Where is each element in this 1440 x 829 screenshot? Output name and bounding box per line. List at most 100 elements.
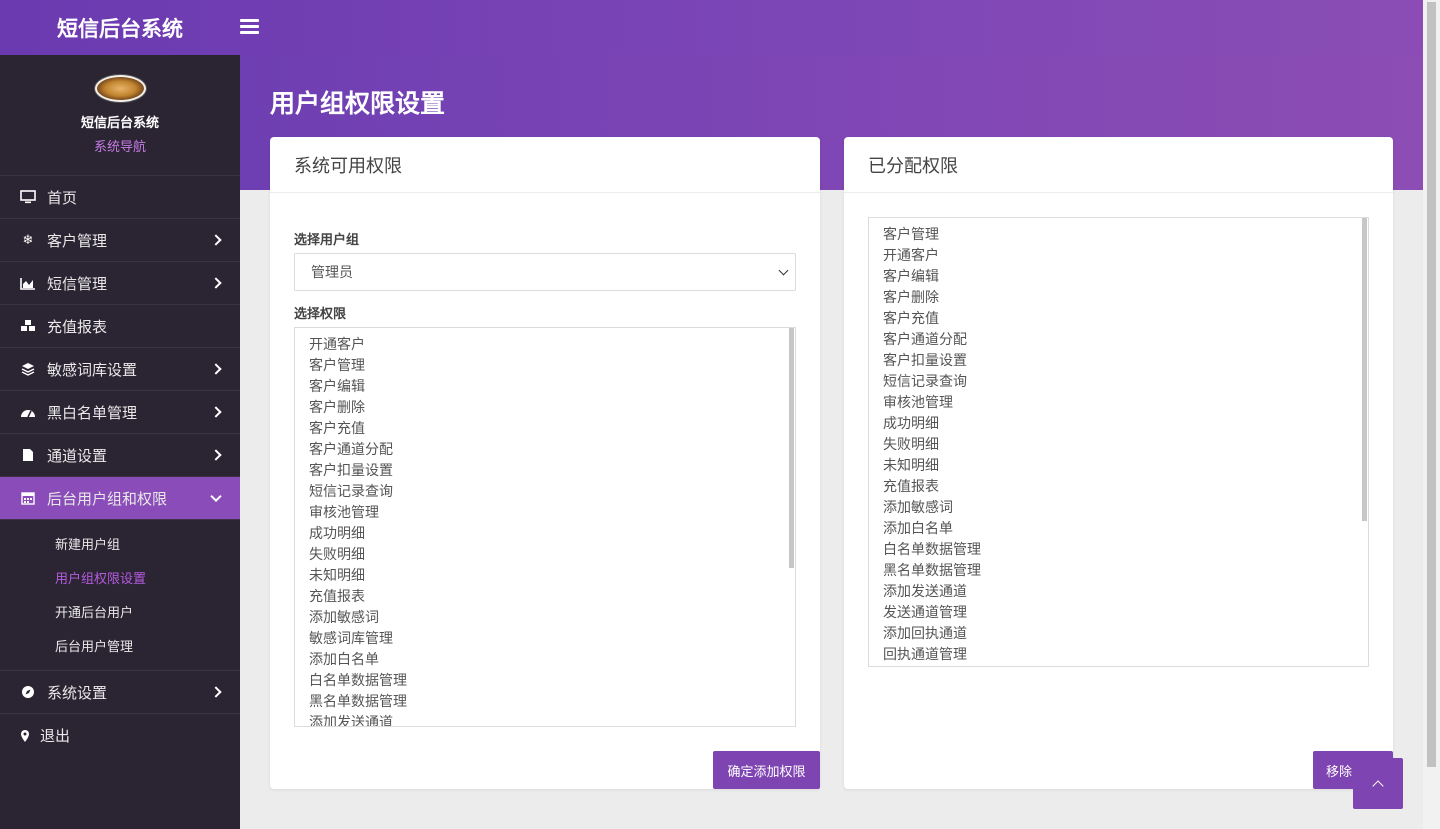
permission-option[interactable]: 客户删除 [869, 287, 1368, 308]
permission-option[interactable]: 发送通道管理 [869, 602, 1368, 623]
permission-option[interactable]: 短信记录查询 [295, 481, 795, 502]
permission-option[interactable]: 添加发送通道 [869, 581, 1368, 602]
sidebar-item-home[interactable]: 首页 [0, 176, 240, 219]
chevron-right-icon [210, 449, 222, 461]
avatar [94, 75, 146, 102]
cubes-icon [19, 318, 37, 334]
permission-option[interactable]: 添加敏感词 [295, 607, 795, 628]
user-group-selected-value: 管理员 [311, 264, 353, 280]
page-scrollbar[interactable] [1423, 0, 1440, 829]
permission-option[interactable]: 回执通道管理 [869, 644, 1368, 665]
card-title: 系统可用权限 [270, 137, 820, 193]
sidebar-item-sensitive-words[interactable]: 敏感词库设置 [0, 348, 240, 391]
submenu-item-new-group[interactable]: 新建用户组 [0, 526, 240, 560]
permission-option[interactable]: 客户通道分配 [295, 439, 795, 460]
sidebar-item-system-settings[interactable]: 系统设置 [0, 671, 240, 714]
permission-option[interactable]: 未知明细 [295, 565, 795, 586]
permission-option[interactable]: 添加敏感词 [869, 497, 1368, 518]
sidebar-item-label: 系统设置 [47, 684, 108, 702]
permission-option[interactable]: 添加回执通道 [869, 623, 1368, 644]
brand-title: 短信后台系统 [57, 17, 183, 41]
permission-option[interactable]: 客户管理 [869, 224, 1368, 245]
sidebar-item-customers[interactable]: ❄ 客户管理 [0, 219, 240, 262]
permission-option[interactable]: 失败明细 [869, 434, 1368, 455]
permission-option[interactable]: 短信记录查询 [869, 371, 1368, 392]
profile-subtitle: 系统导航 [93, 139, 146, 154]
sidebar-item-channel-settings[interactable]: 通道设置 [0, 434, 240, 477]
profile-name: 短信后台系统 [80, 115, 159, 130]
permission-option[interactable]: 黑名单数据管理 [869, 560, 1368, 581]
permission-list: 开通客户 客户管理 客户编辑 客户删除 客户充值 客户通道分配 客户扣量设置 短信记录查询 审核… [295, 328, 795, 726]
permission-option[interactable]: 白名单数据管理 [869, 539, 1368, 560]
chevron-right-icon [210, 406, 222, 418]
sidebar-item-label: 充值报表 [47, 318, 108, 336]
permission-option[interactable]: 审核池管理 [295, 502, 795, 523]
sidebar-item-label: 后台用户组和权限 [47, 490, 168, 508]
chevron-right-icon [210, 234, 222, 246]
calendar-icon [19, 490, 37, 506]
permission-option[interactable]: 添加白名单 [295, 649, 795, 670]
page-scrollbar-thumb[interactable] [1427, 2, 1436, 767]
listbox-scrollbar[interactable] [1362, 218, 1368, 666]
confirm-add-permission-button[interactable]: 确定添加权限 [713, 751, 820, 789]
chevron-down-icon [210, 490, 222, 503]
permission-option[interactable]: 客户通道分配 [869, 329, 1368, 350]
permission-option[interactable]: 开通客户 [869, 245, 1368, 266]
permission-option[interactable]: 未知明细 [869, 455, 1368, 476]
permission-option[interactable]: 客户编辑 [869, 266, 1368, 287]
permission-option[interactable]: 客户编辑 [295, 376, 795, 397]
permission-option[interactable]: 开通客户 [295, 334, 795, 355]
permission-select-label: 选择权限 [294, 306, 347, 321]
permission-option[interactable]: 成功明细 [295, 523, 795, 544]
sidebar: 短信后台系统 系统导航 首页 ❄ 客户管理 短信管理 充值报表 敏感词库设置 黑… [0, 55, 240, 829]
submenu-item-admin-user-management[interactable]: 后台用户管理 [0, 628, 240, 662]
back-to-top-button[interactable] [1353, 758, 1403, 809]
permission-option[interactable]: 审核池管理 [869, 392, 1368, 413]
sidebar-item-recharge-report[interactable]: 充值报表 [0, 305, 240, 348]
hamburger-icon[interactable] [240, 19, 259, 35]
listbox-scrollbar[interactable] [789, 328, 795, 726]
permission-option[interactable]: 成功明细 [869, 413, 1368, 434]
user-group-select[interactable]: 管理员 [294, 253, 796, 291]
sidebar-item-label: 短信管理 [47, 275, 108, 293]
permission-list: 客户管理 开通客户 客户编辑 客户删除 客户充值 客户通道分配 客户扣量设置 短信记录查询 审核… [869, 218, 1368, 665]
scrollbar-thumb[interactable] [789, 328, 794, 568]
permission-option[interactable]: 客户管理 [295, 355, 795, 376]
permission-option[interactable]: 添加发送通道 [295, 712, 795, 726]
top-bar: 短信后台系统 [0, 0, 1423, 55]
permission-option[interactable]: 黑名单数据管理 [295, 691, 795, 712]
available-permissions-listbox[interactable]: 开通客户 客户管理 客户编辑 客户删除 客户充值 客户通道分配 客户扣量设置 短信记录查询 审核… [294, 327, 796, 727]
sidebar-item-sms[interactable]: 短信管理 [0, 262, 240, 305]
scrollbar-thumb[interactable] [1362, 218, 1367, 521]
chevron-down-icon [778, 265, 789, 276]
chevron-right-icon [210, 686, 222, 698]
permission-option[interactable]: 白名单数据管理 [295, 670, 795, 691]
sidebar-item-user-groups[interactable]: 后台用户组和权限 [0, 477, 240, 520]
permission-option[interactable]: 充值报表 [869, 476, 1368, 497]
permission-option[interactable]: 失败明细 [295, 544, 795, 565]
submenu-item-open-admin-user[interactable]: 开通后台用户 [0, 594, 240, 628]
sidebar-item-label: 黑白名单管理 [47, 404, 138, 422]
permission-option[interactable]: 客户扣量设置 [869, 350, 1368, 371]
page-title: 用户组权限设置 [270, 90, 446, 118]
permission-option[interactable]: 添加白名单 [869, 518, 1368, 539]
permission-option[interactable]: 充值报表 [295, 586, 795, 607]
chevron-right-icon [210, 363, 222, 375]
permission-option[interactable]: 客户充值 [869, 308, 1368, 329]
group-select-label: 选择用户组 [294, 232, 360, 247]
sidebar-item-logout[interactable]: 退出 [0, 714, 240, 757]
submenu-item-group-permissions[interactable]: 用户组权限设置 [0, 560, 240, 594]
chevron-right-icon [210, 277, 222, 289]
permission-option[interactable]: 客户扣量设置 [295, 460, 795, 481]
sidebar-item-blackwhite-list[interactable]: 黑白名单管理 [0, 391, 240, 434]
sidebar-item-label: 敏感词库设置 [47, 361, 138, 379]
permission-option[interactable]: 客户删除 [295, 397, 795, 418]
chevron-up-icon [1372, 780, 1384, 792]
permission-option[interactable]: 客户充值 [295, 418, 795, 439]
sidebar-submenu: 新建用户组 用户组权限设置 开通后台用户 后台用户管理 [0, 520, 240, 671]
card-title: 已分配权限 [844, 137, 1393, 193]
dashboard-icon [19, 404, 37, 420]
available-permissions-card: 系统可用权限 选择用户组 管理员 选择权限 开通客户 客户管理 客户编辑 客户删除 客户… [270, 137, 820, 789]
assigned-permissions-listbox[interactable]: 客户管理 开通客户 客户编辑 客户删除 客户充值 客户通道分配 客户扣量设置 短信记录查询 审核… [868, 217, 1369, 667]
permission-option[interactable]: 敏感词库管理 [295, 628, 795, 649]
